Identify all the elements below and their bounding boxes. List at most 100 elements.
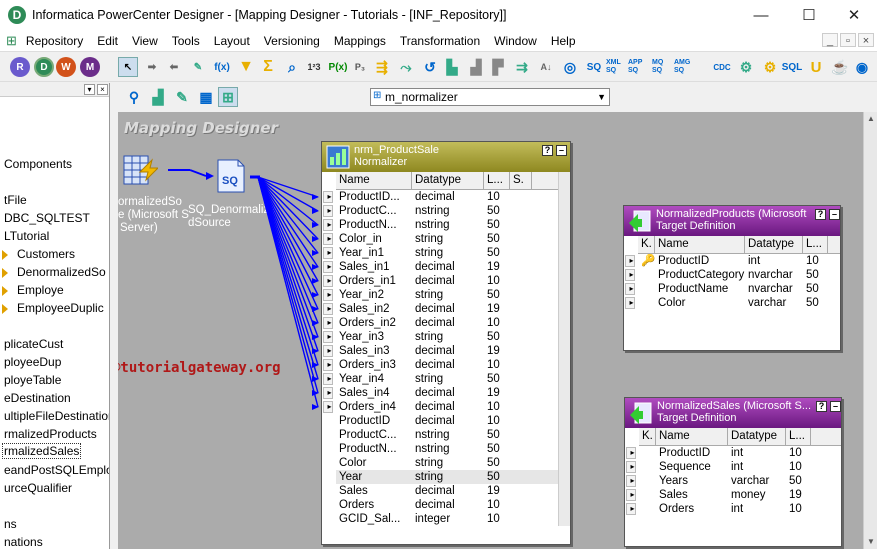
joiner-icon[interactable]: ⤳: [396, 57, 416, 77]
workflow-monitor-icon[interactable]: M: [80, 57, 100, 77]
port-row[interactable]: ProductN...nstring50▸: [336, 442, 570, 456]
designer-icon[interactable]: D: [34, 57, 54, 77]
procedure-icon[interactable]: P(x): [328, 57, 348, 77]
port-row[interactable]: Years varchar 50 ▸: [626, 474, 841, 488]
port-row[interactable]: Colorstring50▸: [336, 456, 570, 470]
navigator-close-icon[interactable]: ×: [97, 84, 108, 95]
tree-item[interactable]: plicateCust: [4, 337, 63, 351]
mq-sq-icon[interactable]: MQ SQ: [652, 57, 672, 77]
port-row[interactable]: ProductC...nstring50▸: [323, 204, 570, 218]
tree-item-folder[interactable]: Employe: [2, 283, 64, 297]
input-port-icon[interactable]: ▸: [323, 345, 333, 357]
port-row[interactable]: Year_in3 string 50 ▸: [323, 330, 570, 344]
source-analyzer-icon[interactable]: ⚲: [124, 87, 144, 107]
normalizer-transformation[interactable]: nrm_ProductSale Normalizer ? – Name Data…: [321, 141, 571, 545]
port-row[interactable]: ProductIDdecimal10▸: [336, 414, 570, 428]
mapping-canvas[interactable]: Mapping Designer ormalizedSo e (Microsof…: [118, 112, 863, 549]
tree-item[interactable]: ployeTable: [4, 373, 61, 387]
port-row[interactable]: ProductID int 10 ▸: [626, 446, 841, 460]
input-port-icon[interactable]: ▸: [626, 461, 636, 473]
input-port-icon[interactable]: ▸: [625, 283, 635, 295]
port-row[interactable]: ProductName nvarchar 50 ▸: [625, 282, 840, 296]
menu-tools[interactable]: Tools: [165, 34, 207, 48]
close-button[interactable]: ✕: [831, 0, 877, 30]
input-port-icon[interactable]: ▸: [625, 269, 635, 281]
input-port-icon[interactable]: ▸: [323, 289, 333, 301]
tree-item[interactable]: rmalizedProducts: [4, 427, 97, 441]
port-row[interactable]: ProductCategory nvarchar 50 ▸: [625, 268, 840, 282]
repository-manager-icon[interactable]: R: [10, 57, 30, 77]
tree-item[interactable]: LTutorial: [4, 229, 49, 243]
canvas-vertical-scrollbar[interactable]: ▲ ▼: [863, 112, 877, 549]
edit-icon[interactable]: ✎: [188, 57, 208, 77]
tree-item[interactable]: eDestination: [4, 391, 71, 405]
help-button[interactable]: ?: [815, 209, 826, 220]
lookup-icon[interactable]: ⌕: [282, 57, 302, 77]
port-row[interactable]: Orders int 10 ▸: [626, 502, 841, 516]
transformation-developer-icon[interactable]: ✎: [172, 87, 192, 107]
mapplet-output-icon[interactable]: ▛: [488, 57, 508, 77]
app-sq-icon[interactable]: APP SQ: [628, 57, 648, 77]
port-row[interactable]: Orders_in4 decimal 10 ▸: [323, 400, 570, 414]
port-row[interactable]: Year_in4 string 50 ▸: [323, 372, 570, 386]
maximize-button[interactable]: ☐: [786, 0, 832, 30]
input-port-icon[interactable]: ▸: [323, 373, 333, 385]
input-port-icon[interactable]: ▸: [323, 205, 333, 217]
menu-edit[interactable]: Edit: [90, 34, 125, 48]
port-row[interactable]: ProductID... decimal 10 ▸: [323, 190, 570, 204]
port-row[interactable]: Color_in string 50 ▸: [323, 232, 570, 246]
input-port-icon[interactable]: ▸: [626, 503, 636, 515]
mdi-minimize-button[interactable]: _: [822, 33, 838, 47]
port-row[interactable]: ProductN...nstring50▸: [323, 218, 570, 232]
input-port-icon[interactable]: ▸: [625, 297, 635, 309]
target-designer-icon[interactable]: ▟: [148, 87, 168, 107]
port-row[interactable]: Year_in1 string 50 ▸: [323, 246, 570, 260]
port-row[interactable]: ProductC...nstring50▸: [336, 428, 570, 442]
port-row[interactable]: Yearstring50▸: [336, 470, 570, 484]
filter-icon[interactable]: ▼: [236, 57, 256, 77]
input-port-icon[interactable]: ▸: [323, 191, 333, 203]
mdi-restore-button[interactable]: ▫: [840, 33, 856, 47]
menu-view[interactable]: View: [125, 34, 165, 48]
tree-item-components[interactable]: Components: [4, 157, 72, 171]
port-row[interactable]: Salesdecimal19▸: [336, 484, 570, 498]
tree-item-folder[interactable]: EmployeeDuplic: [2, 301, 104, 315]
tree-item[interactable]: urceQualifier: [4, 481, 72, 495]
scroll-up-icon[interactable]: ▲: [864, 112, 877, 126]
xml-sq-icon[interactable]: XML SQ: [606, 57, 626, 77]
menu-versioning[interactable]: Versioning: [257, 34, 327, 48]
port-row[interactable]: 🔑 ProductID int 10 ▸: [625, 254, 840, 268]
midstream-parser-icon[interactable]: ⚙: [736, 57, 756, 77]
amg-sq-icon[interactable]: AMG SQ: [674, 57, 694, 77]
expression-icon[interactable]: f(x): [212, 57, 232, 77]
input-port-icon[interactable]: ▸: [323, 219, 333, 231]
port-row[interactable]: Color varchar 50 ▸: [625, 296, 840, 310]
tree-item[interactable]: ultipleFileDestination: [4, 409, 109, 423]
minimize-box-button[interactable]: –: [829, 209, 840, 220]
menu-window[interactable]: Window: [487, 34, 544, 48]
input-port-icon[interactable]: ▸: [323, 233, 333, 245]
input-port-icon[interactable]: ▸: [323, 317, 333, 329]
app-menu-icon[interactable]: ⊞: [6, 33, 17, 49]
tree-item[interactable]: eandPostSQLEmploy: [4, 463, 109, 477]
cdc-icon[interactable]: CDC: [712, 57, 732, 77]
input-port-icon[interactable]: ▸: [323, 261, 333, 273]
sql-icon[interactable]: SQL: [782, 57, 803, 77]
tree-item[interactable]: ns: [4, 517, 17, 531]
help-button[interactable]: ?: [816, 401, 827, 412]
menu-layout[interactable]: Layout: [207, 34, 257, 48]
input-port-icon[interactable]: ▸: [323, 275, 333, 287]
gear-icon[interactable]: ⚙: [760, 57, 780, 77]
mdi-close-button[interactable]: ×: [858, 33, 874, 47]
java-icon[interactable]: ☕: [830, 57, 850, 77]
navigator-dropdown-icon[interactable]: ▾: [84, 84, 95, 95]
port-row[interactable]: Sales_in3 decimal 19 ▸: [323, 344, 570, 358]
rank-icon[interactable]: P₃: [350, 57, 370, 77]
target-products-header[interactable]: NormalizedProducts (Microsoft Target Def…: [624, 206, 840, 236]
normalizer-header[interactable]: nrm_ProductSale Normalizer ? –: [322, 142, 570, 172]
mapping-select[interactable]: ⊞ m_normalizer ▼: [370, 88, 610, 106]
tree-item[interactable]: tFile: [4, 193, 27, 207]
target-sales-header[interactable]: NormalizedSales (Microsoft S... Target D…: [625, 398, 841, 428]
tree-item-folder[interactable]: Customers: [2, 247, 75, 261]
input-port-icon[interactable]: ▸: [626, 489, 636, 501]
